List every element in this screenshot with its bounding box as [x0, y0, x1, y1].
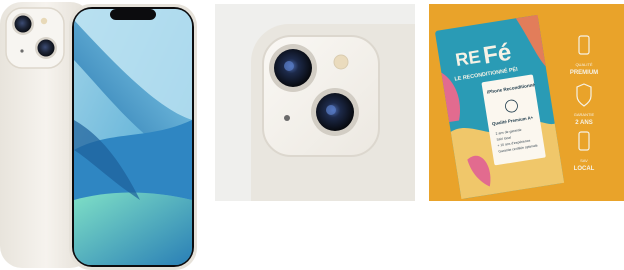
phone-screen	[74, 9, 192, 265]
badge-top-text: QUALITÉ	[575, 62, 592, 67]
badge-bottom-text: LOCAL	[574, 166, 595, 172]
badge-bottom-text: 2 ANS	[575, 120, 592, 126]
flash	[40, 17, 48, 25]
camera-lens	[14, 15, 32, 33]
badge-bottom-text: PREMIUM	[570, 70, 598, 76]
camera-lens	[37, 39, 55, 57]
microphone	[20, 49, 24, 53]
badge-top-text: GARANTIE	[574, 112, 595, 117]
camera-closeup-photo	[215, 4, 415, 201]
notch	[110, 9, 156, 20]
brand-re: RE	[454, 46, 482, 70]
phone-product-photo	[0, 0, 200, 270]
badge-top-text: SAV	[580, 158, 588, 163]
refe-box-photo: RE Fé LE RECONDITIONNÉ PÉI iPhone Recond…	[429, 4, 624, 201]
brand-fe: Fé	[481, 39, 513, 70]
microphone	[284, 115, 290, 121]
flash	[333, 54, 349, 70]
